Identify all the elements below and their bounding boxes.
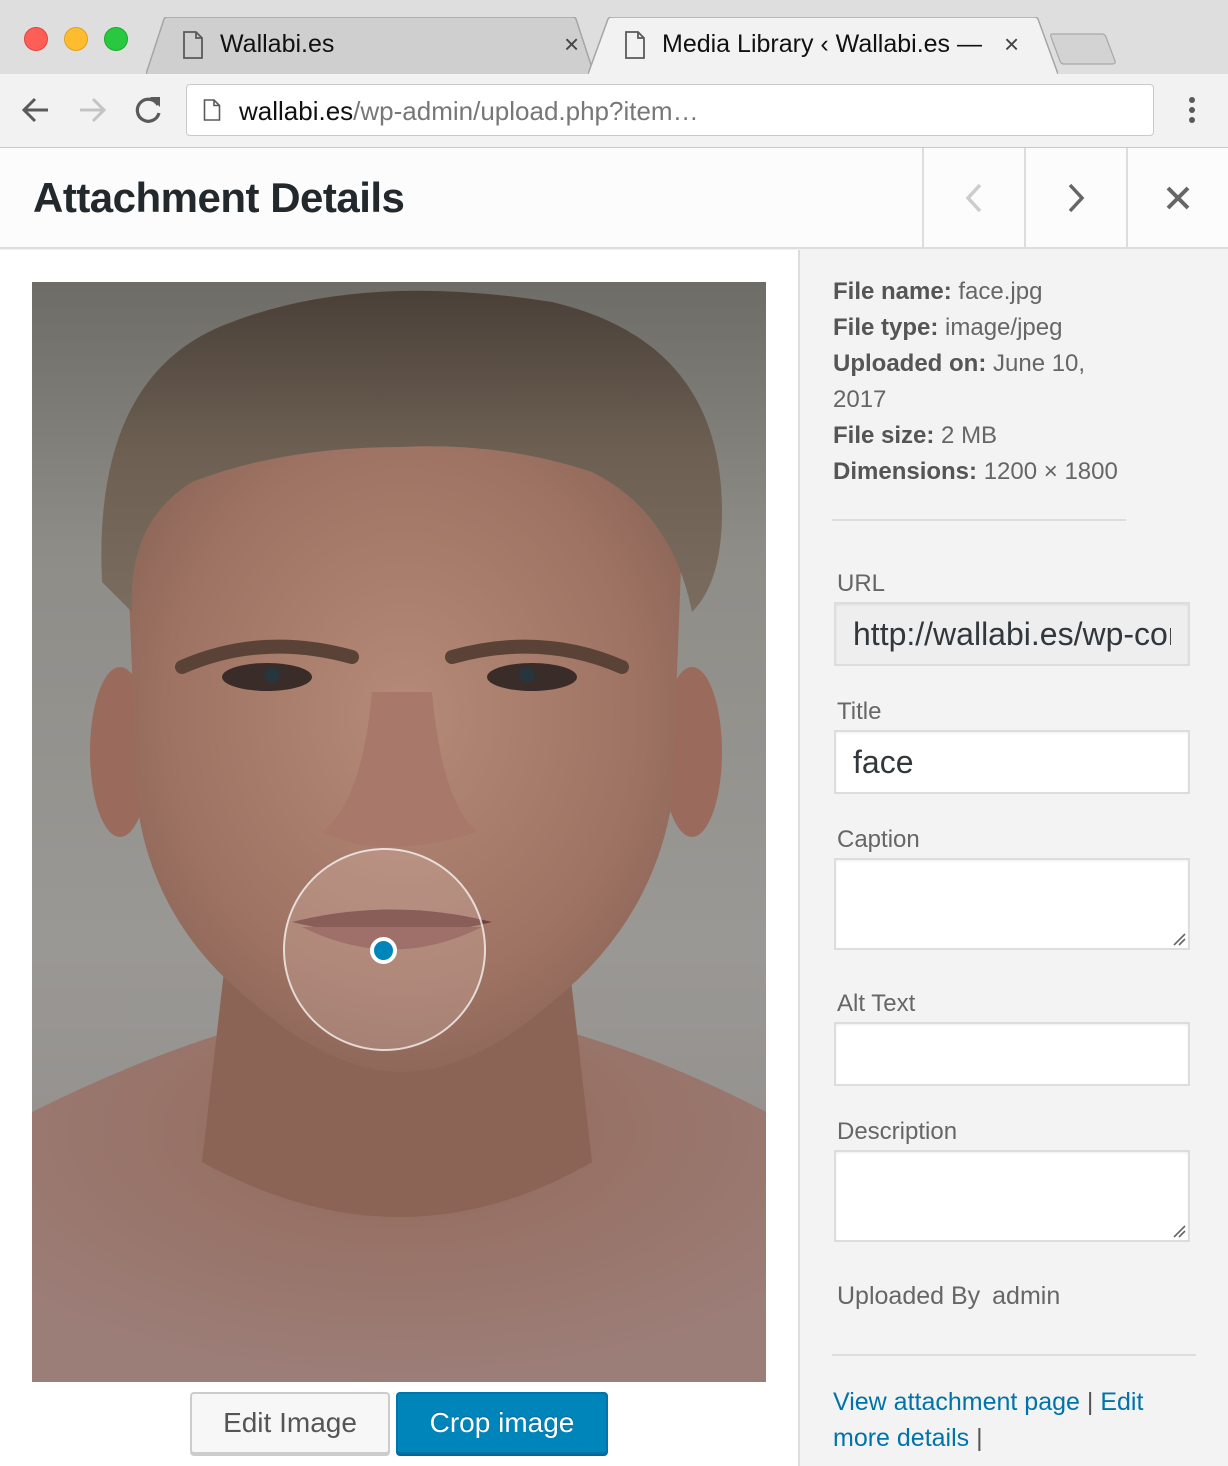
tab-title: Wallabi.es bbox=[220, 30, 335, 58]
divider bbox=[832, 1354, 1196, 1356]
file-size-row: File size: 2 MB bbox=[833, 418, 1118, 454]
close-modal-button[interactable] bbox=[1126, 148, 1228, 247]
address-bar[interactable]: wallabi.es/wp-admin/upload.php?item… bbox=[186, 84, 1154, 136]
description-label: Description bbox=[837, 1118, 958, 1145]
caption-field[interactable] bbox=[834, 858, 1190, 950]
attachment-details-sidebar: File name: face.jpg File type: image/jpe… bbox=[800, 250, 1228, 1466]
attachment-image[interactable] bbox=[32, 282, 766, 1382]
uploaded-by-value: admin bbox=[992, 1282, 1061, 1310]
file-name-row: File name: face.jpg bbox=[833, 274, 1118, 310]
file-type-label: File type: bbox=[833, 314, 939, 341]
alt-text-label: Alt Text bbox=[837, 990, 916, 1017]
alt-text-field[interactable] bbox=[834, 1022, 1190, 1086]
close-icon bbox=[1166, 186, 1190, 209]
uploaded-on-row: Uploaded on: June 10, 2017 bbox=[833, 346, 1103, 418]
window-zoom-button[interactable] bbox=[104, 27, 128, 51]
uploaded-by: Uploaded By admin bbox=[837, 1282, 1060, 1311]
page-title: Attachment Details bbox=[33, 174, 405, 221]
crop-image-button[interactable]: Crop image bbox=[396, 1392, 608, 1454]
url-path: /wp-admin/upload.php?item… bbox=[353, 96, 699, 126]
next-attachment-button[interactable] bbox=[1024, 148, 1126, 247]
dimensions-row: Dimensions: 1200 × 1800 bbox=[833, 454, 1118, 490]
url-label: URL bbox=[837, 570, 886, 597]
window-close-button[interactable] bbox=[24, 27, 48, 51]
browser-tab-media-library[interactable]: Media Library ‹ Wallabi.es — × bbox=[588, 17, 1058, 74]
menu-dots-icon[interactable] bbox=[1180, 94, 1204, 128]
reload-icon[interactable] bbox=[130, 92, 166, 128]
close-tab-icon[interactable]: × bbox=[564, 30, 579, 58]
tab-title: Media Library ‹ Wallabi.es — bbox=[662, 30, 983, 58]
dimensions-label: Dimensions: bbox=[833, 458, 978, 485]
file-name-label: File name: bbox=[833, 278, 952, 305]
page-icon bbox=[183, 31, 203, 59]
forward-arrow-icon[interactable] bbox=[74, 92, 110, 128]
url-host: wallabi.es bbox=[239, 96, 354, 126]
divider bbox=[832, 519, 1126, 521]
chevron-left-icon bbox=[965, 183, 982, 212]
caption-label: Caption bbox=[837, 826, 920, 853]
file-size-label: File size: bbox=[833, 422, 935, 449]
edit-image-button[interactable]: Edit Image bbox=[190, 1392, 390, 1454]
link-separator: | bbox=[1086, 1388, 1094, 1416]
window-minimize-button[interactable] bbox=[64, 27, 88, 51]
url-field[interactable] bbox=[834, 602, 1190, 666]
file-type-value: image/jpeg bbox=[945, 314, 1063, 341]
browser-toolbar: wallabi.es/wp-admin/upload.php?item… bbox=[0, 74, 1228, 148]
previous-attachment-button[interactable] bbox=[922, 148, 1024, 247]
title-label: Title bbox=[837, 698, 882, 725]
title-field[interactable] bbox=[834, 730, 1190, 794]
address-url[interactable]: wallabi.es/wp-admin/upload.php?item… bbox=[239, 96, 699, 127]
file-type-row: File type: image/jpeg bbox=[833, 310, 1118, 346]
portrait-photo bbox=[32, 282, 766, 1382]
new-tab-button[interactable] bbox=[1050, 33, 1116, 65]
close-tab-icon[interactable]: × bbox=[1004, 30, 1019, 58]
focal-point-handle[interactable] bbox=[370, 937, 397, 964]
page-icon bbox=[203, 99, 221, 121]
uploaded-on-label: Uploaded on: bbox=[833, 350, 987, 377]
resize-grip-icon[interactable] bbox=[1172, 1224, 1186, 1238]
file-metadata: File name: face.jpg File type: image/jpe… bbox=[833, 274, 1118, 490]
browser-tab-wallabi[interactable]: Wallabi.es × bbox=[146, 17, 594, 74]
chevron-right-icon bbox=[1068, 183, 1085, 212]
page-icon bbox=[625, 31, 645, 59]
file-size-value: 2 MB bbox=[941, 422, 998, 449]
uploaded-by-label: Uploaded By bbox=[837, 1282, 981, 1310]
back-arrow-icon[interactable] bbox=[18, 92, 54, 128]
dimensions-value: 1200 × 1800 bbox=[983, 458, 1118, 485]
description-field[interactable] bbox=[834, 1150, 1190, 1242]
modal-header: Attachment Details bbox=[0, 148, 1228, 249]
resize-grip-icon[interactable] bbox=[1172, 932, 1186, 946]
file-name-value: face.jpg bbox=[958, 278, 1043, 305]
browser-titlebar: Wallabi.es × Media Library ‹ Wallabi.es … bbox=[0, 0, 1228, 74]
link-separator: | bbox=[976, 1424, 983, 1452]
image-pane: Edit Image Crop image bbox=[0, 250, 798, 1466]
attachment-links: View attachment page | Edit more details… bbox=[833, 1384, 1183, 1456]
view-attachment-page-link[interactable]: View attachment page bbox=[833, 1388, 1080, 1416]
